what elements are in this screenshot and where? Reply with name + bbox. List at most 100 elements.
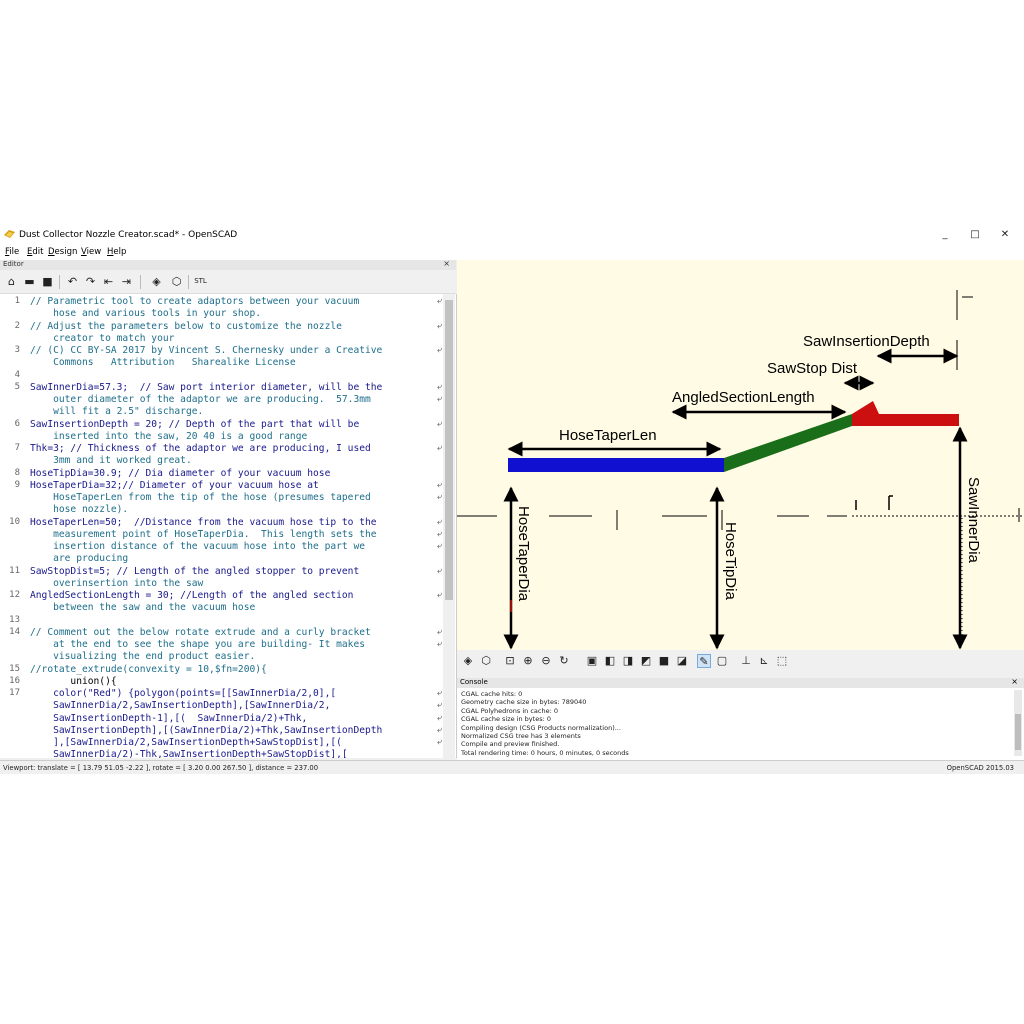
console-line: Normalized CSG tree has 3 elements: [461, 732, 581, 740]
code-line[interactable]: visualizing the end product easier.: [30, 651, 255, 662]
line-number: 1: [14, 296, 20, 306]
minimize-button[interactable]: _: [934, 228, 956, 242]
line-wrap-icon: ⤶: [437, 320, 443, 331]
menu-design[interactable]: Design: [48, 247, 77, 257]
unindent-icon[interactable]: ⇤: [102, 275, 115, 288]
code-line[interactable]: at the end to see the shape you are buil…: [30, 639, 365, 650]
console-scrollbar[interactable]: [1014, 690, 1022, 756]
line-wrap-icon: ⤶: [437, 541, 443, 551]
open-file-icon[interactable]: ▬: [23, 275, 36, 288]
console-close-icon[interactable]: ×: [1011, 677, 1018, 686]
code-line[interactable]: outer diameter of the adaptor we are pro…: [30, 394, 371, 405]
export-stl-icon[interactable]: STL: [194, 275, 207, 288]
code-line[interactable]: SawInnerDia=57.3; // Saw port interior d…: [30, 382, 382, 393]
code-line[interactable]: // Parametric tool to create adaptors be…: [30, 296, 359, 307]
editor-scrollbar[interactable]: [443, 294, 455, 758]
show-axes-icon[interactable]: ⊥: [739, 654, 753, 668]
code-line[interactable]: overinsertion into the saw: [30, 578, 203, 589]
code-line[interactable]: SawStopDist=5; // Length of the angled s…: [30, 566, 359, 577]
status-bar: Viewport: translate = [ 13.79 51.05 -2.2…: [0, 760, 1024, 774]
code-line[interactable]: measurement point of HoseTaperDia. This …: [30, 529, 376, 540]
code-line[interactable]: //rotate_extrude(convexity = 10,$fn=200)…: [30, 664, 267, 675]
toolbar-separator: [59, 275, 60, 289]
editor-toolbar: ⌂ ▬ ■ ↶ ↷ ⇤ ⇥ ◈ ⬡ STL: [0, 271, 456, 294]
editor-close-icon[interactable]: ×: [443, 259, 450, 268]
menu-edit[interactable]: Edit: [27, 247, 43, 257]
code-line[interactable]: SawInnerDia/2)-Thk,SawInsertionDepth+Saw…: [30, 749, 348, 758]
code-line[interactable]: HoseTaperLen=50; //Distance from the vac…: [30, 517, 377, 528]
code-line[interactable]: AngledSectionLength = 30; //Length of th…: [30, 590, 353, 601]
line-wrap-icon: ⤶: [437, 479, 443, 490]
code-line[interactable]: SawInsertionDepth],[(SawInnerDia/2)+Thk,…: [30, 725, 382, 736]
console-line: CGAL cache size in bytes: 0: [461, 715, 551, 724]
toolbar-separator: [188, 275, 189, 289]
line-wrap-icon: ⤶: [437, 516, 443, 527]
line-wrap-icon: ⤶: [437, 443, 443, 453]
code-line[interactable]: hose nozzle).: [30, 504, 128, 515]
window-title: Dust Collector Nozzle Creator.scad* - Op…: [19, 230, 238, 240]
menu-help[interactable]: Help: [107, 247, 126, 257]
code-line[interactable]: inserted into the saw, 20 40 is a good r…: [30, 431, 307, 442]
perspective-icon[interactable]: ✎: [697, 654, 711, 668]
code-line[interactable]: will fit a 2.5" discharge.: [30, 406, 203, 417]
openscad-window: Dust Collector Nozzle Creator.scad* - Op…: [0, 226, 1024, 774]
code-line[interactable]: between the saw and the vacuum hose: [30, 602, 255, 613]
maximize-button[interactable]: □: [964, 228, 986, 242]
code-line[interactable]: creator to match your: [30, 333, 174, 344]
code-line[interactable]: ],[SawInnerDia/2,SawInsertionDepth+SawSt…: [30, 737, 342, 748]
code-line[interactable]: // Adjust the parameters below to custom…: [30, 321, 342, 332]
code-line[interactable]: 3mm and it worked great.: [30, 455, 192, 466]
line-wrap-icon: ⤶: [437, 492, 443, 502]
line-number: 10: [9, 516, 20, 527]
code-line[interactable]: HoseTaperDia=32;// Diameter of your vacu…: [30, 480, 319, 491]
preview-icon[interactable]: ◈: [150, 275, 163, 288]
code-line[interactable]: // (C) CC BY-SA 2017 by Vincent S. Chern…: [30, 345, 382, 356]
render-icon[interactable]: ⬡: [479, 654, 493, 668]
orthogonal-icon[interactable]: ▢: [715, 654, 729, 668]
zoom-in-icon[interactable]: ⊕: [521, 654, 535, 668]
redo-icon[interactable]: ↷: [84, 275, 97, 288]
code-line[interactable]: Commons Attribution Sharealike License: [30, 357, 296, 368]
view-left-icon[interactable]: ◩: [639, 654, 653, 668]
console-line: Compiling design (CSG Products normaliza…: [461, 723, 621, 732]
zoom-out-icon[interactable]: ⊖: [539, 654, 553, 668]
console-scrollbar-thumb[interactable]: [1015, 714, 1021, 750]
code-line[interactable]: HoseTaperLen from the tip of the hose (p…: [30, 492, 371, 503]
new-file-icon[interactable]: ⌂: [5, 275, 18, 288]
line-wrap-icon: ⤶: [437, 724, 443, 735]
code-line[interactable]: are producing: [30, 553, 128, 564]
show-scale-icon[interactable]: ⊾: [757, 654, 771, 668]
code-line[interactable]: SawInnerDia/2,SawInsertionDepth],[SawInn…: [30, 700, 330, 711]
code-line[interactable]: Thk=3; // Thickness of the adaptor we ar…: [30, 443, 371, 454]
view-all-icon[interactable]: ⊡: [503, 654, 517, 668]
version-text: OpenSCAD 2015.03: [946, 764, 1014, 772]
code-line[interactable]: SawInsertionDepth-1],[( SawInnerDia/2)+T…: [30, 713, 307, 724]
line-wrap-icon: ⤶: [437, 590, 443, 600]
code-line[interactable]: HoseTipDia=30.9; // Dia diameter of your…: [30, 468, 330, 479]
preview-icon[interactable]: ◈: [461, 654, 475, 668]
code-line[interactable]: hose and various tools in your shop.: [30, 308, 261, 319]
menu-view[interactable]: View: [81, 247, 101, 257]
show-edges-icon[interactable]: ⬚: [775, 654, 789, 668]
view-front-icon[interactable]: ■: [657, 654, 671, 668]
menu-file[interactable]: File: [5, 247, 19, 257]
indent-icon[interactable]: ⇥: [120, 275, 133, 288]
editor-scrollbar-thumb[interactable]: [445, 300, 453, 600]
save-file-icon[interactable]: ■: [41, 275, 54, 288]
view-top-icon[interactable]: ◧: [603, 654, 617, 668]
code-line[interactable]: color("Red") {polygon(points=[[SawInnerD…: [30, 688, 336, 699]
code-line[interactable]: // Comment out the below rotate extrude …: [30, 627, 371, 638]
reset-view-icon[interactable]: ↻: [557, 654, 571, 668]
code-line[interactable]: SawInsertionDepth = 20; // Depth of the …: [30, 419, 359, 430]
view-back-icon[interactable]: ◪: [675, 654, 689, 668]
code-line[interactable]: insertion distance of the vacuum hose in…: [30, 541, 365, 552]
view-bottom-icon[interactable]: ◨: [621, 654, 635, 668]
view-right-icon[interactable]: ▣: [585, 654, 599, 668]
line-number: 3: [14, 345, 20, 355]
close-button[interactable]: ✕: [994, 228, 1016, 242]
code-editor[interactable]: 1 2 3 4 5 6 7 8 9 10 11 12 13 14 15 16 17 // Parametric …: [0, 294, 457, 758]
render-icon[interactable]: ⬡: [170, 275, 183, 288]
code-line[interactable]: union(){: [30, 676, 116, 687]
undo-icon[interactable]: ↶: [66, 275, 79, 288]
3d-viewport[interactable]: SawInsertionDepth SawStop Dist AngledSecti…: [457, 260, 1024, 650]
